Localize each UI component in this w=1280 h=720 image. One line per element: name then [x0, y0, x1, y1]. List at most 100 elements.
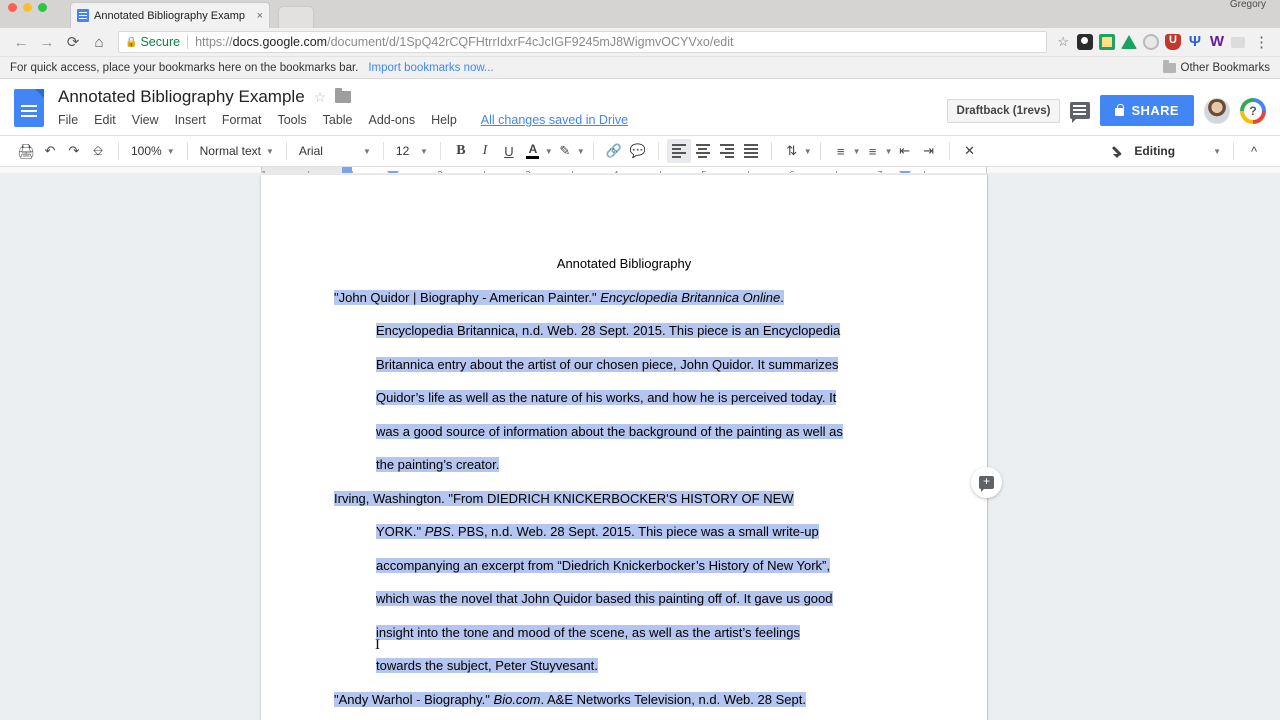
save-status-label[interactable]: All changes saved in Drive — [481, 113, 628, 127]
redo-icon[interactable]: ↷ — [62, 139, 86, 163]
menu-add-ons[interactable]: Add-ons — [369, 113, 416, 127]
lastpass-shield-icon[interactable] — [1165, 34, 1181, 50]
document-line[interactable]: which was the novel that John Quidor bas… — [334, 582, 914, 616]
italic-button[interactable]: I — [473, 139, 497, 163]
avatar[interactable] — [1204, 98, 1230, 124]
browser-menu-icon[interactable]: ⋮ — [1251, 33, 1272, 51]
comments-icon[interactable] — [1070, 102, 1090, 119]
align-center-button[interactable] — [691, 139, 715, 163]
document-line[interactable]: "Andy Warhol - Biography." Bio.com. A&E … — [334, 683, 914, 717]
draftback-button[interactable]: Draftback (1revs) — [947, 99, 1061, 123]
add-comment-icon[interactable]: 💬 — [626, 139, 650, 163]
document-line[interactable]: Quidor’s life as well as the nature of h… — [334, 381, 914, 415]
align-left-button[interactable] — [667, 139, 691, 163]
document-paragraph[interactable]: "Andy Warhol - Biography." Bio.com. A&E … — [334, 683, 914, 717]
menu-view[interactable]: View — [132, 113, 159, 127]
line-spacing-icon[interactable]: ⇅ — [780, 139, 804, 163]
italic-text-run: Encyclopedia Britannica Online — [600, 290, 780, 305]
hide-menus-icon[interactable]: ^ — [1242, 139, 1266, 163]
align-justify-button[interactable] — [739, 139, 763, 163]
document-paragraph[interactable]: Irving, Washington. "From DIEDRICH KNICK… — [334, 482, 914, 683]
close-window-button[interactable] — [8, 3, 17, 12]
toolbar-divider — [593, 142, 594, 160]
chevron-down-icon[interactable]: ▼ — [545, 147, 553, 156]
document-line[interactable]: the painting’s creator. — [334, 448, 914, 482]
help-icon[interactable] — [1240, 98, 1266, 124]
reload-icon[interactable]: ⟳ — [60, 29, 86, 55]
undo-icon[interactable]: ↶ — [38, 139, 62, 163]
document-line[interactable]: YORK." PBS. PBS, n.d. Web. 28 Sept. 2015… — [334, 515, 914, 549]
menu-edit[interactable]: Edit — [94, 113, 116, 127]
window-controls[interactable] — [0, 3, 47, 12]
google-drive-icon[interactable] — [1121, 35, 1137, 49]
menu-format[interactable]: Format — [222, 113, 262, 127]
browser-tab[interactable]: Annotated Bibliography Examp × — [70, 2, 270, 28]
document-page[interactable]: Annotated Bibliography "John Quidor | Bi… — [261, 175, 987, 720]
underline-button[interactable]: U — [497, 139, 521, 163]
paragraph-style-selector[interactable]: Normal text ▼ — [196, 144, 278, 158]
menu-tools[interactable]: Tools — [277, 113, 306, 127]
globe-icon[interactable] — [1143, 34, 1159, 50]
document-line[interactable]: Britannica entry about the artist of our… — [334, 348, 914, 382]
print-icon[interactable]: 🖨 — [14, 139, 38, 163]
close-tab-icon[interactable]: × — [257, 10, 263, 22]
insert-link-icon[interactable]: 🔗 — [602, 139, 626, 163]
address-bar[interactable]: 🔒 Secure https://docs.google.com/documen… — [118, 31, 1047, 53]
add-comment-button[interactable] — [971, 467, 1002, 498]
bulleted-list-icon[interactable]: ≡ — [861, 139, 885, 163]
menu-table[interactable]: Table — [323, 113, 353, 127]
document-line[interactable]: Irving, Washington. "From DIEDRICH KNICK… — [334, 482, 914, 516]
toolbar-group-text-style: B I U A ▼ ✎ ▼ — [449, 139, 585, 163]
other-bookmarks-button[interactable]: Other Bookmarks — [1163, 62, 1270, 74]
document-line[interactable]: was a good source of information about t… — [334, 415, 914, 449]
document-body[interactable]: Annotated Bibliography "John Quidor | Bi… — [261, 175, 987, 716]
menu-insert[interactable]: Insert — [175, 113, 206, 127]
editing-mode-selector[interactable]: Editing ▼ — [1109, 144, 1225, 158]
font-selector[interactable]: Arial ▼ — [295, 144, 375, 158]
pocket-icon[interactable] — [1077, 34, 1093, 50]
highlight-color-icon[interactable]: ✎ — [553, 139, 577, 163]
document-line[interactable]: insight into the tone and mood of the sc… — [334, 616, 914, 650]
bookmark-star-icon[interactable]: ☆ — [1053, 34, 1073, 50]
increase-indent-icon[interactable]: ⇥ — [917, 139, 941, 163]
menu-help[interactable]: Help — [431, 113, 457, 127]
menu-file[interactable]: File — [58, 113, 78, 127]
new-tab-button[interactable] — [278, 6, 314, 28]
document-paragraph[interactable]: "John Quidor | Biography - American Pain… — [334, 281, 914, 482]
document-title[interactable]: Annotated Bibliography Example — [58, 87, 305, 107]
w-extension-icon[interactable]: W — [1209, 34, 1225, 50]
maximize-window-button[interactable] — [38, 3, 47, 12]
font-size-selector[interactable]: 12 ▼ — [392, 144, 432, 158]
document-line[interactable]: "John Quidor | Biography - American Pain… — [334, 281, 914, 315]
back-icon[interactable]: ← — [8, 29, 34, 55]
clear-formatting-icon[interactable]: ✕ — [958, 139, 982, 163]
document-canvas[interactable]: Annotated Bibliography "John Quidor | Bi… — [0, 173, 1280, 720]
paint-format-icon[interactable]: ⎒ — [86, 139, 110, 163]
import-bookmarks-link[interactable]: Import bookmarks now... — [368, 62, 493, 74]
share-button[interactable]: SHARE — [1100, 95, 1194, 126]
minimize-window-button[interactable] — [23, 3, 32, 12]
chevron-down-icon[interactable]: ▼ — [804, 147, 812, 156]
document-line[interactable]: accompanying an excerpt from “Diedrich K… — [334, 549, 914, 583]
move-to-folder-icon[interactable] — [335, 91, 351, 103]
star-icon[interactable]: ☆ — [314, 89, 327, 106]
toolbar-group-spacing: ⇅ ▼ — [780, 139, 812, 163]
text-color-button[interactable]: A — [521, 139, 545, 163]
zoom-selector[interactable]: 100% ▼ — [127, 144, 179, 158]
contact-card-icon[interactable] — [1099, 34, 1115, 50]
chevron-down-icon[interactable]: ▼ — [577, 147, 585, 156]
google-docs-logo-icon[interactable] — [14, 89, 44, 127]
home-icon[interactable]: ⌂ — [86, 29, 112, 55]
chevron-down-icon[interactable]: ▼ — [885, 147, 893, 156]
bold-button[interactable]: B — [449, 139, 473, 163]
chevron-down-icon[interactable]: ▼ — [853, 147, 861, 156]
align-right-button[interactable] — [715, 139, 739, 163]
decrease-indent-icon[interactable]: ⇤ — [893, 139, 917, 163]
page-right-edge — [987, 173, 988, 720]
document-line[interactable]: towards the subject, Peter Stuyvesant. — [334, 649, 914, 683]
gray-extension-icon[interactable] — [1231, 37, 1245, 48]
forward-icon[interactable]: → — [34, 29, 60, 55]
document-line[interactable]: Encyclopedia Britannica, n.d. Web. 28 Se… — [334, 314, 914, 348]
y-extension-icon[interactable]: Ψ — [1187, 34, 1203, 50]
numbered-list-icon[interactable]: ≡ — [829, 139, 853, 163]
